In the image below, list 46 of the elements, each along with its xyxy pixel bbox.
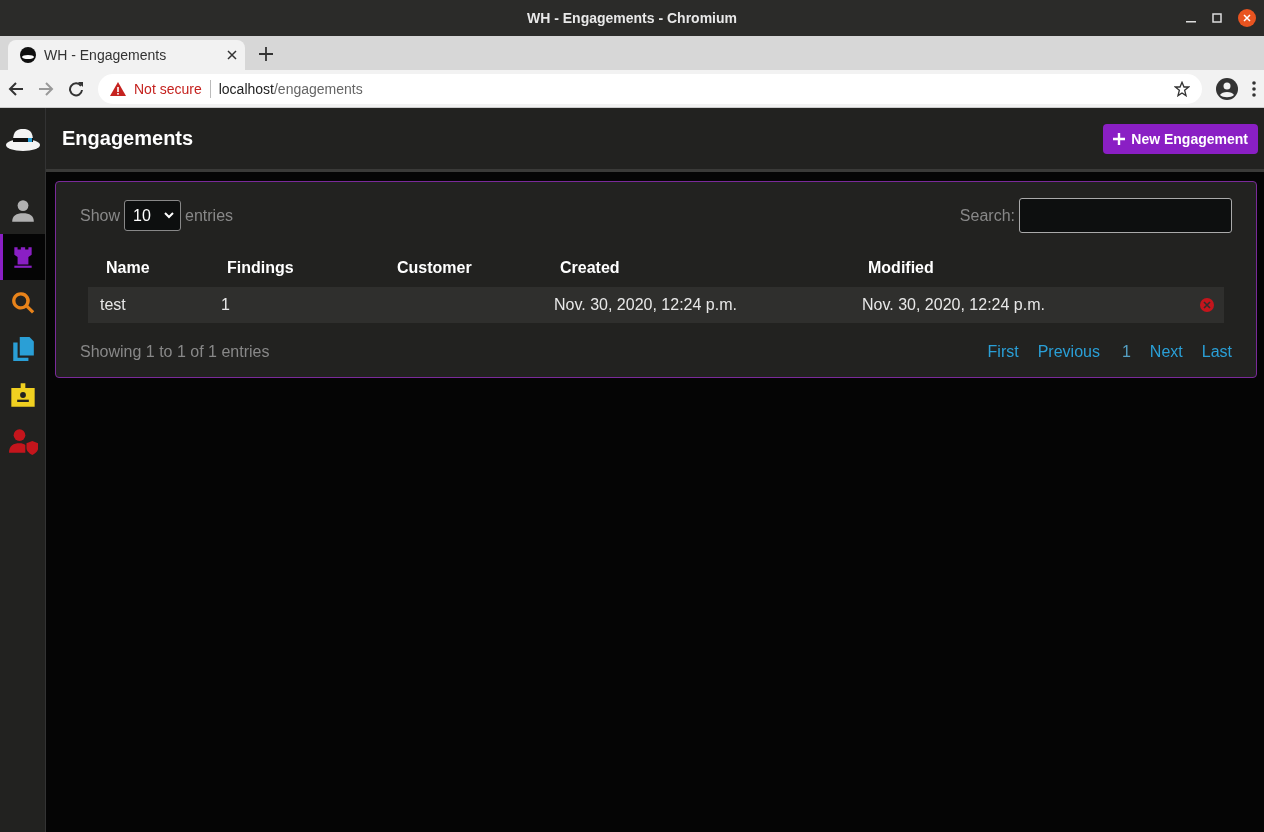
security-status[interactable]: Not secure: [134, 80, 202, 97]
column-header[interactable]: Created: [542, 259, 850, 277]
url-text[interactable]: localhost/engagements: [218, 80, 363, 97]
column-header[interactable]: Modified: [850, 259, 1189, 277]
search-field[interactable]: [1019, 198, 1232, 233]
close-icon[interactable]: [1238, 9, 1256, 27]
new-engagement-button[interactable]: New Engagement: [1103, 123, 1258, 154]
user-shield-icon[interactable]: [7, 427, 38, 455]
warning-icon: [110, 81, 126, 96]
star-icon[interactable]: [1174, 80, 1190, 97]
column-header[interactable]: Name: [88, 259, 209, 277]
chevron-down-icon: [164, 212, 175, 219]
user-icon[interactable]: [9, 198, 36, 224]
reload-icon[interactable]: [68, 80, 84, 97]
column-header[interactable]: Findings: [209, 259, 379, 277]
pagination-link[interactable]: Next: [1130, 343, 1183, 361]
hat-icon: [20, 47, 36, 63]
page-size-select[interactable]: 10: [124, 200, 182, 231]
table-cell-text: test: [99, 296, 127, 314]
maximize-icon[interactable]: [1212, 13, 1222, 23]
entries-label: entries: [185, 206, 234, 225]
forward-icon[interactable]: [38, 80, 54, 97]
table-info: Showing 1 to 1 of 1 entries: [80, 343, 270, 361]
badge-icon[interactable]: [8, 381, 37, 409]
search-icon[interactable]: [9, 290, 36, 316]
close-icon[interactable]: [227, 50, 237, 60]
plus-icon: [1113, 132, 1126, 145]
new-tab-icon[interactable]: [259, 47, 273, 61]
hat-logo-icon[interactable]: [4, 127, 41, 153]
show-label: Show: [80, 206, 121, 225]
pagination-link[interactable]: First: [968, 343, 1019, 361]
tab-title: WH - Engagements: [44, 47, 168, 63]
pagination-link[interactable]: 1: [1099, 343, 1131, 361]
back-icon[interactable]: [8, 80, 24, 97]
pagination-link[interactable]: Last: [1182, 343, 1232, 361]
menu-icon[interactable]: [1252, 80, 1256, 97]
window-title: WH - Engagements - Chromium: [527, 10, 737, 26]
table-cell-text: 1: [220, 296, 231, 314]
browser-tab[interactable]: WH - Engagements: [8, 40, 245, 70]
search-label: Search:: [959, 206, 1015, 225]
page-title: Engagements: [62, 127, 194, 150]
pagination-link[interactable]: Previous: [1018, 343, 1100, 361]
table-cell-text: Nov. 30, 2020, 12:24 p.m.: [553, 296, 738, 314]
account-icon[interactable]: [1216, 77, 1238, 100]
table-cell-text: Nov. 30, 2020, 12:24 p.m.: [861, 296, 1046, 314]
column-header[interactable]: Customer: [379, 259, 542, 277]
